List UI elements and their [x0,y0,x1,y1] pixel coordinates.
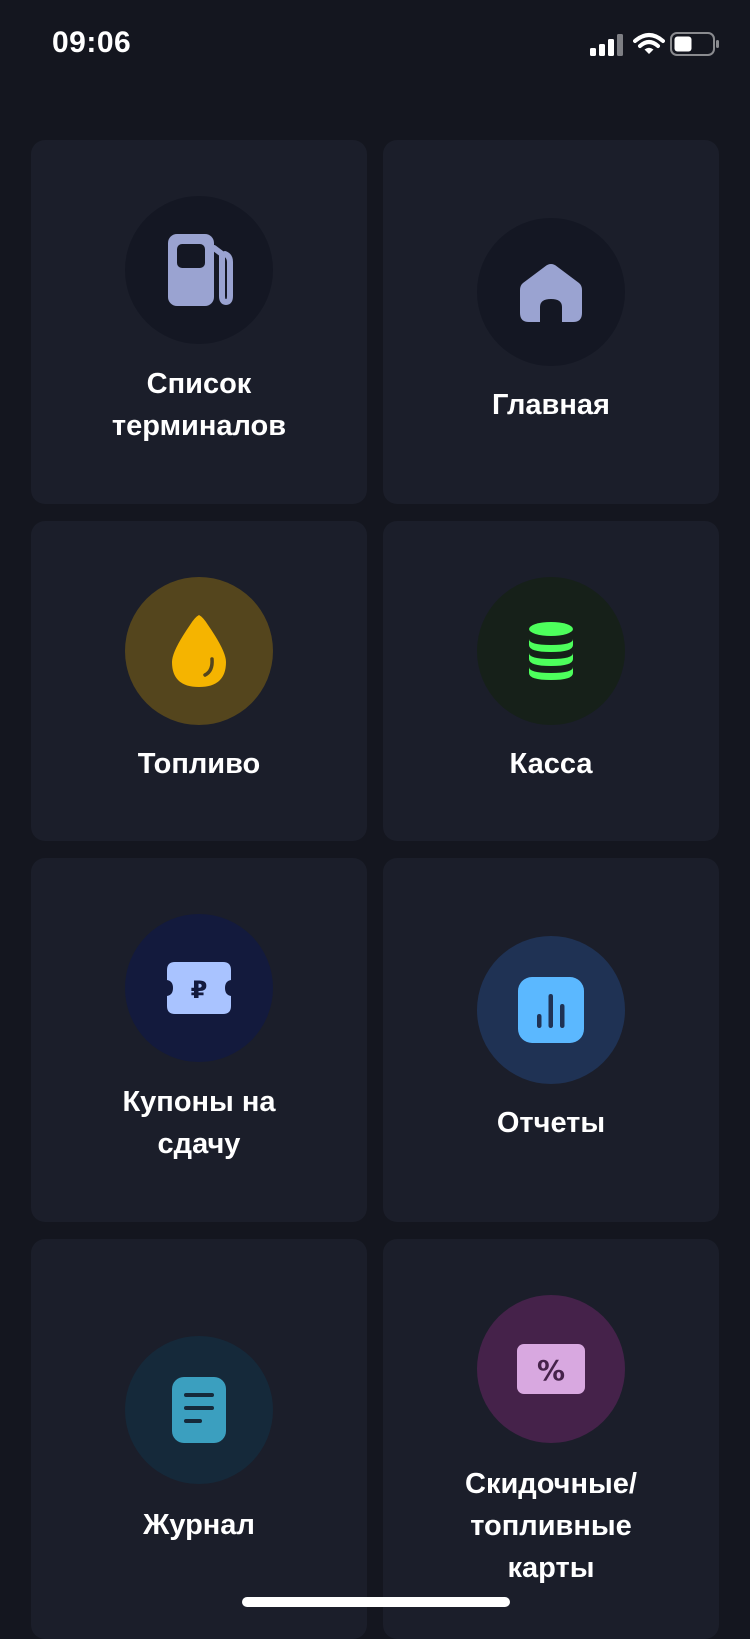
coin-stack-icon [529,622,573,680]
tile-home-label: Главная [492,389,610,421]
tile-reports-label: Отчеты [496,1107,606,1139]
tile-terminals-label: Список терминалов [111,368,287,442]
fuel-drop-icon [172,615,226,687]
svg-text:₽: ₽ [191,976,208,1004]
battery-icon [670,32,719,56]
reports-icon-circle [477,936,625,1084]
tile-cards[interactable]: % Скидочные/ топливные карты [383,1239,719,1639]
cards-icon-circle: % [477,1295,625,1443]
home-icon-circle [477,218,625,366]
tile-coupons[interactable]: ₽ Купоны на сдачу [31,858,367,1222]
status-bar: 09:06 [0,0,750,90]
document-icon [172,1377,226,1443]
tile-terminals[interactable]: Список терминалов [31,140,367,504]
fuel-icon-circle [125,577,273,725]
tile-journal[interactable]: Журнал [31,1239,367,1639]
cellular-signal-icon [590,34,623,56]
tile-reports[interactable]: Отчеты [383,858,719,1222]
bar-chart-icon [518,977,584,1043]
tile-cash-label: Касса [509,748,593,780]
svg-text:%: % [537,1354,565,1387]
tile-cash[interactable]: Касса [383,521,719,841]
journal-icon-circle [125,1336,273,1484]
ruble-coupon-icon: ₽ [167,962,231,1014]
cash-icon-circle [477,577,625,725]
tile-fuel[interactable]: Топливо [31,521,367,841]
wifi-icon [633,33,665,54]
tile-cards-label: Скидочные/ топливные карты [465,1468,637,1584]
discount-card-icon: % [517,1344,585,1394]
tile-journal-label: Журнал [143,1509,255,1541]
terminals-icon-circle [125,196,273,344]
coupons-icon-circle: ₽ [125,914,273,1062]
home-icon [520,264,582,322]
status-time: 09:06 [52,26,132,59]
tile-fuel-label: Топливо [137,748,261,780]
tile-coupons-label: Купоны на сдачу [122,1086,276,1160]
tile-home[interactable]: Главная [383,140,719,504]
home-indicator[interactable] [242,1597,510,1607]
fuel-pump-icon [168,234,233,306]
